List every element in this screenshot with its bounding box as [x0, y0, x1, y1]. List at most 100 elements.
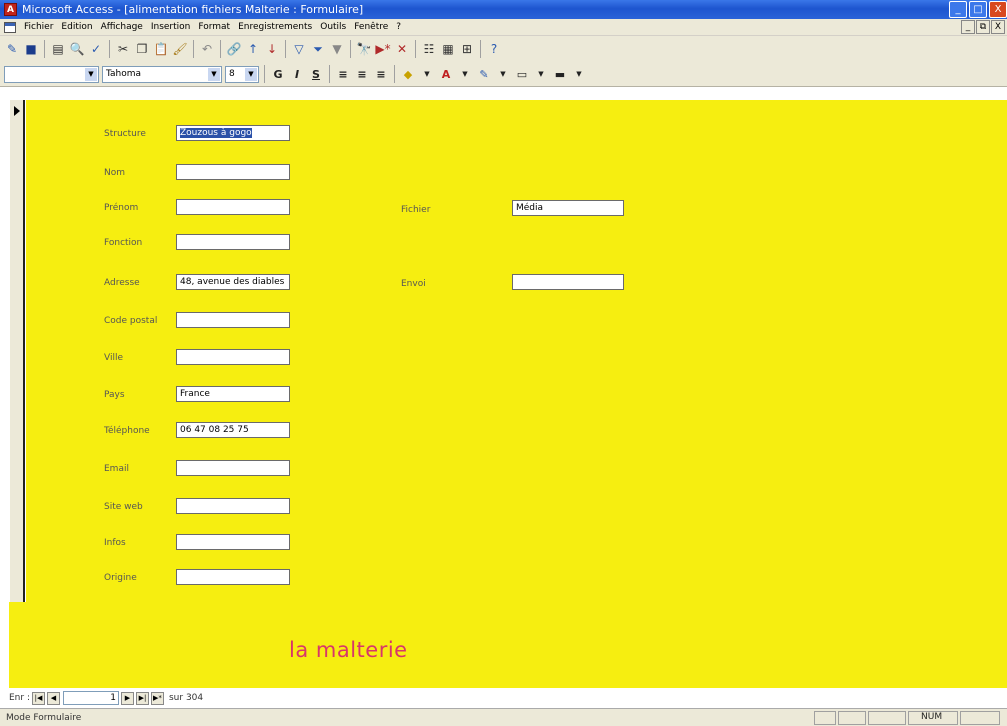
- toolbar-separator: [394, 65, 395, 83]
- input-email[interactable]: [176, 460, 290, 476]
- spelling-icon[interactable]: ✓: [88, 41, 104, 57]
- input-origine[interactable]: [176, 569, 290, 585]
- input-infos[interactable]: [176, 534, 290, 550]
- hyperlink-icon[interactable]: 🔗: [226, 41, 242, 57]
- chevron-down-icon[interactable]: ▼: [419, 66, 435, 82]
- new-record-icon[interactable]: ▶*: [375, 41, 391, 57]
- delete-record-icon[interactable]: ✕: [394, 41, 410, 57]
- input-structure[interactable]: Zouzous à gogo: [176, 125, 290, 141]
- input-fichier[interactable]: Média: [512, 200, 624, 216]
- input-pays[interactable]: France: [176, 386, 290, 402]
- border-icon[interactable]: ▭: [514, 66, 530, 82]
- menu-format[interactable]: Format: [194, 22, 234, 32]
- font-color-icon[interactable]: A: [438, 66, 454, 82]
- current-record-input[interactable]: 1: [62, 691, 119, 705]
- filter-by-selection-icon[interactable]: ▽: [291, 41, 307, 57]
- undo-icon[interactable]: ↶: [199, 41, 215, 57]
- input-site-web[interactable]: [176, 498, 290, 514]
- chevron-down-icon[interactable]: ▼: [533, 66, 549, 82]
- first-record-button[interactable]: |◀: [31, 691, 45, 705]
- underline-icon[interactable]: S: [308, 66, 324, 82]
- font-combo[interactable]: Tahoma ▼: [102, 65, 222, 83]
- mdi-restore-button[interactable]: ⧉: [976, 20, 990, 34]
- bold-icon[interactable]: G: [270, 66, 286, 82]
- save-icon[interactable]: ■: [23, 41, 39, 57]
- menu-fenetre[interactable]: Fenêtre: [350, 22, 392, 32]
- chevron-down-icon[interactable]: ▼: [495, 66, 511, 82]
- sort-descending-icon[interactable]: ↓: [264, 41, 280, 57]
- input-fonction[interactable]: [176, 234, 290, 250]
- close-button[interactable]: X: [989, 1, 1007, 18]
- status-bar: Mode Formulaire NUM: [0, 708, 1007, 726]
- input-prenom[interactable]: [176, 199, 290, 215]
- input-structure-value: Zouzous à gogo: [180, 128, 252, 138]
- print-icon[interactable]: ▤: [50, 41, 66, 57]
- menu-insertion[interactable]: Insertion: [147, 22, 195, 32]
- menu-outils[interactable]: Outils: [316, 22, 350, 32]
- next-record-button[interactable]: ▶: [120, 691, 134, 705]
- line-width-icon[interactable]: ▬: [552, 66, 568, 82]
- size-combo[interactable]: 8 ▼: [225, 65, 259, 83]
- input-telephone[interactable]: 06 47 08 25 75: [176, 422, 290, 438]
- menu-fichier[interactable]: Fichier: [20, 22, 57, 32]
- database-window-icon[interactable]: ▦: [440, 41, 456, 57]
- input-adresse[interactable]: 48, avenue des diables: [176, 274, 290, 290]
- paste-icon[interactable]: 📋: [153, 41, 169, 57]
- menu-edition[interactable]: Edition: [57, 22, 96, 32]
- view-icon[interactable]: ✎: [4, 41, 20, 57]
- apply-filter-icon[interactable]: ▼: [329, 41, 345, 57]
- line-color-icon[interactable]: ✎: [476, 66, 492, 82]
- chevron-down-icon[interactable]: ▼: [85, 67, 97, 81]
- input-code-postal[interactable]: [176, 312, 290, 328]
- print-preview-icon[interactable]: 🔍: [69, 41, 85, 57]
- align-center-icon[interactable]: ≡: [354, 66, 370, 82]
- mdi-minimize-button[interactable]: _: [961, 20, 975, 34]
- format-painter-icon[interactable]: 🖌: [172, 41, 188, 57]
- chevron-down-icon[interactable]: ▼: [245, 67, 257, 81]
- menu-help[interactable]: ?: [392, 22, 405, 32]
- previous-record-button[interactable]: ◀: [46, 691, 60, 705]
- size-combo-value: 8: [229, 69, 235, 79]
- chevron-down-icon[interactable]: ▼: [571, 66, 587, 82]
- form-window-icon[interactable]: [4, 21, 16, 33]
- input-envoi[interactable]: [512, 274, 624, 290]
- input-nom[interactable]: [176, 164, 290, 180]
- form-view-toolbar: ✎ ■ ▤ 🔍 ✓ ✂ ❐ 📋 🖌 ↶ 🔗 ↑ ↓ ▽ ⏷ ▼ 🔭 ▶* ✕ ☷…: [0, 36, 1007, 62]
- num-lock-indicator: NUM: [921, 712, 943, 722]
- label-ville: Ville: [104, 353, 123, 363]
- maximize-button[interactable]: □: [969, 1, 987, 18]
- align-right-icon[interactable]: ≡: [373, 66, 389, 82]
- new-object-icon[interactable]: ⊞: [459, 41, 475, 57]
- label-structure: Structure: [104, 129, 146, 139]
- new-record-button[interactable]: ▶*: [150, 691, 164, 705]
- label-prenom: Prénom: [104, 203, 139, 213]
- filter-by-form-icon[interactable]: ⏷: [310, 41, 326, 57]
- record-label: Enr :: [9, 693, 30, 703]
- fill-color-icon[interactable]: ◆: [400, 66, 416, 82]
- menu-affichage[interactable]: Affichage: [97, 22, 147, 32]
- cut-icon[interactable]: ✂: [115, 41, 131, 57]
- find-icon[interactable]: 🔭: [356, 41, 372, 57]
- toolbar-separator: [109, 40, 110, 58]
- toolbar-separator: [220, 40, 221, 58]
- label-telephone: Téléphone: [104, 426, 150, 436]
- properties-icon[interactable]: ☷: [421, 41, 437, 57]
- help-icon[interactable]: ?: [486, 41, 502, 57]
- access-app-icon[interactable]: A: [4, 3, 17, 16]
- last-record-button[interactable]: ▶|: [135, 691, 149, 705]
- mdi-close-button[interactable]: X: [991, 20, 1005, 34]
- chevron-down-icon[interactable]: ▼: [208, 67, 220, 81]
- label-fichier: Fichier: [401, 205, 431, 215]
- input-ville[interactable]: [176, 349, 290, 365]
- minimize-button[interactable]: _: [949, 1, 967, 18]
- menu-enregistrements[interactable]: Enregistrements: [234, 22, 316, 32]
- toolbar-separator: [264, 65, 265, 83]
- chevron-down-icon[interactable]: ▼: [457, 66, 473, 82]
- record-selector[interactable]: [9, 100, 25, 602]
- italic-icon[interactable]: I: [289, 66, 305, 82]
- copy-icon[interactable]: ❐: [134, 41, 150, 57]
- object-combo[interactable]: ▼: [4, 65, 99, 83]
- label-code-postal: Code postal: [104, 316, 158, 326]
- sort-ascending-icon[interactable]: ↑: [245, 41, 261, 57]
- align-left-icon[interactable]: ≡: [335, 66, 351, 82]
